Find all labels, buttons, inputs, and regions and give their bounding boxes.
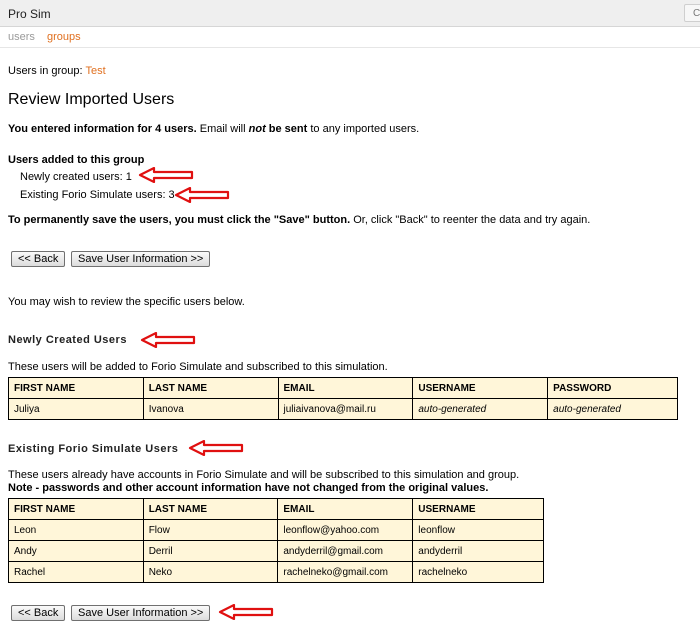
last-name-cell: Ivanova (142, 398, 279, 420)
column-header: USERNAME (412, 377, 549, 399)
username-cell: andyderril (412, 540, 544, 562)
column-header: LAST NAME (142, 377, 279, 399)
red-arrow-icon (188, 440, 244, 456)
summary-count: You entered information for 4 users. (8, 123, 197, 135)
summary-not: not (248, 123, 266, 135)
save-notice-bold: To permanently save the users, you must … (8, 214, 351, 226)
existing-users-heading: Existing Forio Simulate Users (8, 443, 179, 455)
red-arrow-icon (138, 167, 194, 183)
email-cell: juliaivanova@mail.ru (277, 398, 414, 420)
table-row: Rachel Neko rachelneko@gmail.com racheln… (8, 561, 544, 583)
red-arrow-icon (174, 187, 230, 203)
save-user-information-button-bottom[interactable]: Save User Information >> (71, 605, 211, 621)
last-name-cell: Flow (142, 519, 279, 541)
red-arrow-icon (218, 604, 274, 620)
email-cell: andyderril@gmail.com (277, 540, 414, 562)
column-header: LAST NAME (142, 498, 279, 520)
group-line: Users in group: Test (8, 65, 106, 77)
email-cell: leonflow@yahoo.com (277, 519, 414, 541)
table-row: Leon Flow leonflow@yahoo.com leonflow (8, 519, 544, 541)
first-name-cell: Juliya (8, 398, 144, 420)
column-header: PASSWORD (547, 377, 678, 399)
username-cell: auto-generated (412, 398, 549, 420)
app-header: Pro Sim C (0, 0, 700, 27)
existing-users-description: These users already have accounts in For… (8, 469, 520, 481)
existing-users-note: Note - passwords and other account infor… (8, 482, 489, 494)
username-cell: leonflow (412, 519, 544, 541)
table-header-row: FIRST NAME LAST NAME EMAIL USERNAME PASS… (8, 377, 678, 399)
newly-created-table: FIRST NAME LAST NAME EMAIL USERNAME PASS… (8, 377, 678, 420)
newly-created-count: Newly created users: 1 (20, 171, 132, 183)
first-name-cell: Leon (8, 519, 144, 541)
summary-sent: be sent (265, 123, 308, 135)
sub-navigation: users groups (0, 27, 700, 48)
table-row: Juliya Ivanova juliaivanova@mail.ru auto… (8, 398, 678, 420)
last-name-cell: Neko (142, 561, 279, 583)
table-row: Andy Derril andyderril@gmail.com andyder… (8, 540, 544, 562)
newly-created-heading: Newly Created Users (8, 334, 127, 346)
users-added-heading: Users added to this group (8, 154, 145, 166)
column-header: USERNAME (412, 498, 544, 520)
group-name-link[interactable]: Test (85, 65, 105, 77)
password-cell: auto-generated (547, 398, 678, 420)
red-arrow-icon (140, 332, 196, 348)
existing-users-table: FIRST NAME LAST NAME EMAIL USERNAME Leon… (8, 498, 544, 583)
username-cell: rachelneko (412, 561, 544, 583)
page-title: Review Imported Users (8, 91, 175, 108)
summary-rest: to any imported users. (307, 123, 420, 135)
summary-email: Email will (196, 123, 249, 135)
column-header: FIRST NAME (8, 498, 144, 520)
email-cell: rachelneko@gmail.com (277, 561, 414, 583)
corner-button[interactable]: C (684, 4, 700, 22)
column-header: FIRST NAME (8, 377, 144, 399)
group-label: Users in group: (8, 65, 83, 77)
app-title: Pro Sim (8, 7, 51, 21)
first-name-cell: Andy (8, 540, 144, 562)
back-button-bottom[interactable]: << Back (11, 605, 66, 621)
first-name-cell: Rachel (8, 561, 144, 583)
existing-users-count: Existing Forio Simulate users: 3 (20, 189, 175, 201)
summary-text: You entered information for 4 users. Ema… (8, 123, 419, 135)
save-user-information-button[interactable]: Save User Information >> (71, 251, 211, 267)
newly-created-description: These users will be added to Forio Simul… (8, 361, 388, 373)
nav-users-link[interactable]: users (8, 31, 35, 43)
review-hint: You may wish to review the specific user… (8, 296, 245, 308)
nav-groups-link[interactable]: groups (47, 31, 81, 43)
column-header: EMAIL (277, 498, 414, 520)
column-header: EMAIL (277, 377, 414, 399)
save-notice-rest: Or, click "Back" to reenter the data and… (350, 214, 591, 226)
back-button[interactable]: << Back (11, 251, 66, 267)
save-notice: To permanently save the users, you must … (8, 214, 590, 226)
table-header-row: FIRST NAME LAST NAME EMAIL USERNAME (8, 498, 544, 520)
last-name-cell: Derril (142, 540, 279, 562)
